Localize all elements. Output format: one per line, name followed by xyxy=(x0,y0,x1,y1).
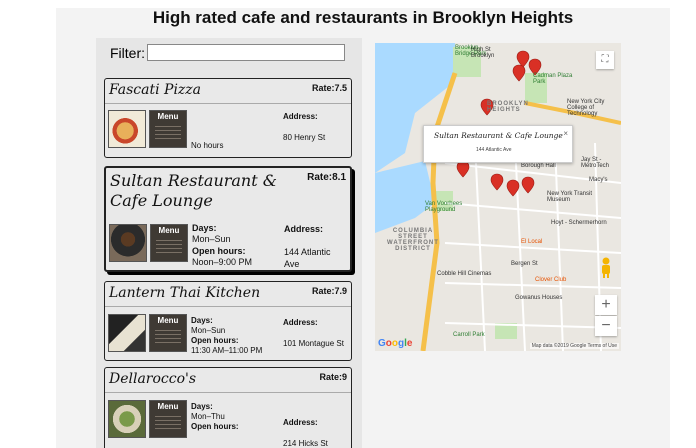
info-window-address: 144 Atlantic Ave xyxy=(476,147,512,153)
menu-lines xyxy=(156,237,182,256)
menu-lines xyxy=(155,327,181,346)
hours-block: Days: Mon–Thu Open hours: xyxy=(191,402,239,432)
filter-input[interactable] xyxy=(147,44,345,61)
map-label-columbia-street: COLUMBIA STREET WATERFRONT DISTRICT xyxy=(387,228,439,252)
restaurant-card-lantern-thai[interactable]: Lantern Thai Kitchen Rate:7.9 Menu Days:… xyxy=(104,281,352,361)
map-label-borough-hall: Borough Hall xyxy=(521,163,556,169)
card-divider xyxy=(105,306,351,307)
map-label-ny-city-college: New York City College of Technology xyxy=(567,99,605,117)
menu-photo-label: Menu xyxy=(157,112,179,121)
map-label-el-local: El Local xyxy=(521,239,543,245)
menu-photo-label: Menu xyxy=(157,402,179,411)
map-label-clover-club: Clover Club xyxy=(535,277,567,283)
address-label: Address: xyxy=(284,224,324,234)
open-hours-label: Open hours: xyxy=(191,336,239,345)
map-label-cadman-plaza: Cadman Plaza Park xyxy=(533,73,573,85)
open-hours-value: 11:30 AM–11:00 PM xyxy=(191,346,263,355)
restaurant-name: Sultan Restaurant & Cafe Lounge xyxy=(110,171,277,210)
open-hours-label: Open hours: xyxy=(191,422,239,431)
address-block: Address: 144 Atlantic Ave xyxy=(284,224,346,270)
hours-note: No hours xyxy=(191,141,224,150)
food-photo[interactable] xyxy=(108,110,146,148)
menu-photo[interactable]: Menu xyxy=(149,314,187,352)
restaurant-list-column[interactable]: Filter: Fascati Pizza Rate:7.5 Menu No h… xyxy=(96,38,362,448)
address-label: Address: xyxy=(283,112,318,121)
map-label-gowanus-houses: Gowanus Houses xyxy=(515,295,563,301)
address-block: Address: 214 Hicks St xyxy=(283,418,345,448)
close-icon[interactable]: × xyxy=(563,129,568,138)
address-block: Address: 101 Montague St xyxy=(283,318,345,349)
card-divider xyxy=(105,103,351,104)
menu-lines xyxy=(155,413,181,432)
restaurant-rate: Rate:7.5 xyxy=(311,83,347,93)
address-label: Address: xyxy=(283,418,318,427)
page: High rated cafe and restaurants in Brook… xyxy=(0,0,696,448)
days-value: Mon–Sun xyxy=(191,326,226,335)
menu-photo[interactable]: Menu xyxy=(150,224,188,262)
days-label: Days: xyxy=(192,223,217,233)
map-label-carroll-park: Carroll Park xyxy=(453,332,485,338)
menu-photo[interactable]: Menu xyxy=(149,400,187,438)
google-logo: Google xyxy=(378,338,413,349)
map-label-macys: Macy's xyxy=(589,177,608,183)
map[interactable]: Brooklyn Bridge Park BROOKLYN HEIGHTS CO… xyxy=(375,43,621,351)
restaurant-name: Lantern Thai Kitchen xyxy=(109,285,261,301)
address-value: 144 Atlantic Ave xyxy=(284,247,331,270)
open-hours-value: Noon–9:00 PM xyxy=(192,256,253,267)
days-label: Days: xyxy=(191,316,213,325)
food-photo[interactable] xyxy=(108,314,146,352)
map-label-bergen-st: Bergen St xyxy=(511,261,538,267)
restaurant-name: Dellarocco's xyxy=(109,371,197,387)
map-label-cobble-hill-cinemas: Cobble Hill Cinemas xyxy=(437,271,492,277)
card-divider xyxy=(105,392,351,393)
zoom-out-button[interactable]: − xyxy=(595,316,617,336)
info-window-title: Sultan Restaurant & Cafe Lounge xyxy=(434,131,563,140)
address-label: Address: xyxy=(283,318,318,327)
map-attribution[interactable]: Map data ©2019 Google Terms of Use xyxy=(529,343,619,349)
pegman-icon[interactable] xyxy=(598,257,614,279)
menu-photo[interactable]: Menu xyxy=(149,110,187,148)
map-label-brooklyn-heights: BROOKLYN HEIGHTS xyxy=(487,101,529,113)
page-title: High rated cafe and restaurants in Brook… xyxy=(152,8,574,27)
map-label-hoyt-schermerhorn: Hoyt - Schermerhorn xyxy=(551,220,607,226)
zoom-in-button[interactable]: + xyxy=(595,295,617,315)
days-value: Mon–Sun xyxy=(192,234,231,245)
restaurant-name: Fascati Pizza xyxy=(109,82,202,98)
hours-block: Days: Mon–Sun Open hours: Noon–9:00 PM xyxy=(192,223,252,268)
open-hours-label: Open hours: xyxy=(192,245,246,256)
days-label: Days: xyxy=(191,402,213,411)
address-value: 214 Hicks St xyxy=(283,438,328,448)
address-value: 80 Henry St xyxy=(283,132,326,142)
restaurant-rate: Rate:7.9 xyxy=(311,286,347,296)
days-value: Mon–Thu xyxy=(191,412,225,421)
menu-lines xyxy=(155,123,181,142)
map-label-jay-st: Jay St - MetroTech xyxy=(581,157,610,169)
restaurant-rate: Rate:8.1 xyxy=(307,172,346,183)
menu-photo-label: Menu xyxy=(158,226,180,235)
fullscreen-icon[interactable]: ⛶ xyxy=(596,51,614,69)
menu-photo-label: Menu xyxy=(157,316,179,325)
map-label-high-st: High St Brooklyn xyxy=(471,47,495,59)
food-photo[interactable] xyxy=(109,224,147,262)
restaurant-card-sultan[interactable]: Sultan Restaurant & Cafe Lounge Rate:8.1… xyxy=(104,166,352,272)
filter-label: Filter: xyxy=(110,44,145,61)
map-info-window[interactable]: Sultan Restaurant & Cafe Lounge 144 Atla… xyxy=(423,125,573,163)
map-label-van-voorhees: Van Voorhees Playground xyxy=(425,201,463,213)
food-photo[interactable] xyxy=(108,400,146,438)
filter-row: Filter: xyxy=(110,44,345,61)
map-label-ny-transit-museum: New York Transit Museum xyxy=(547,191,593,203)
address-value: 101 Montague St xyxy=(283,338,344,348)
hours-block: Days: Mon–Sun Open hours: 11:30 AM–11:00… xyxy=(191,316,262,356)
restaurant-rate: Rate:9 xyxy=(319,372,347,382)
restaurant-card-dellaroccos[interactable]: Dellarocco's Rate:9 Menu Days: Mon–Thu O… xyxy=(104,367,352,448)
restaurant-card-fascati-pizza[interactable]: Fascati Pizza Rate:7.5 Menu No hours Add… xyxy=(104,78,352,158)
address-block: Address: 80 Henry St xyxy=(283,112,325,143)
